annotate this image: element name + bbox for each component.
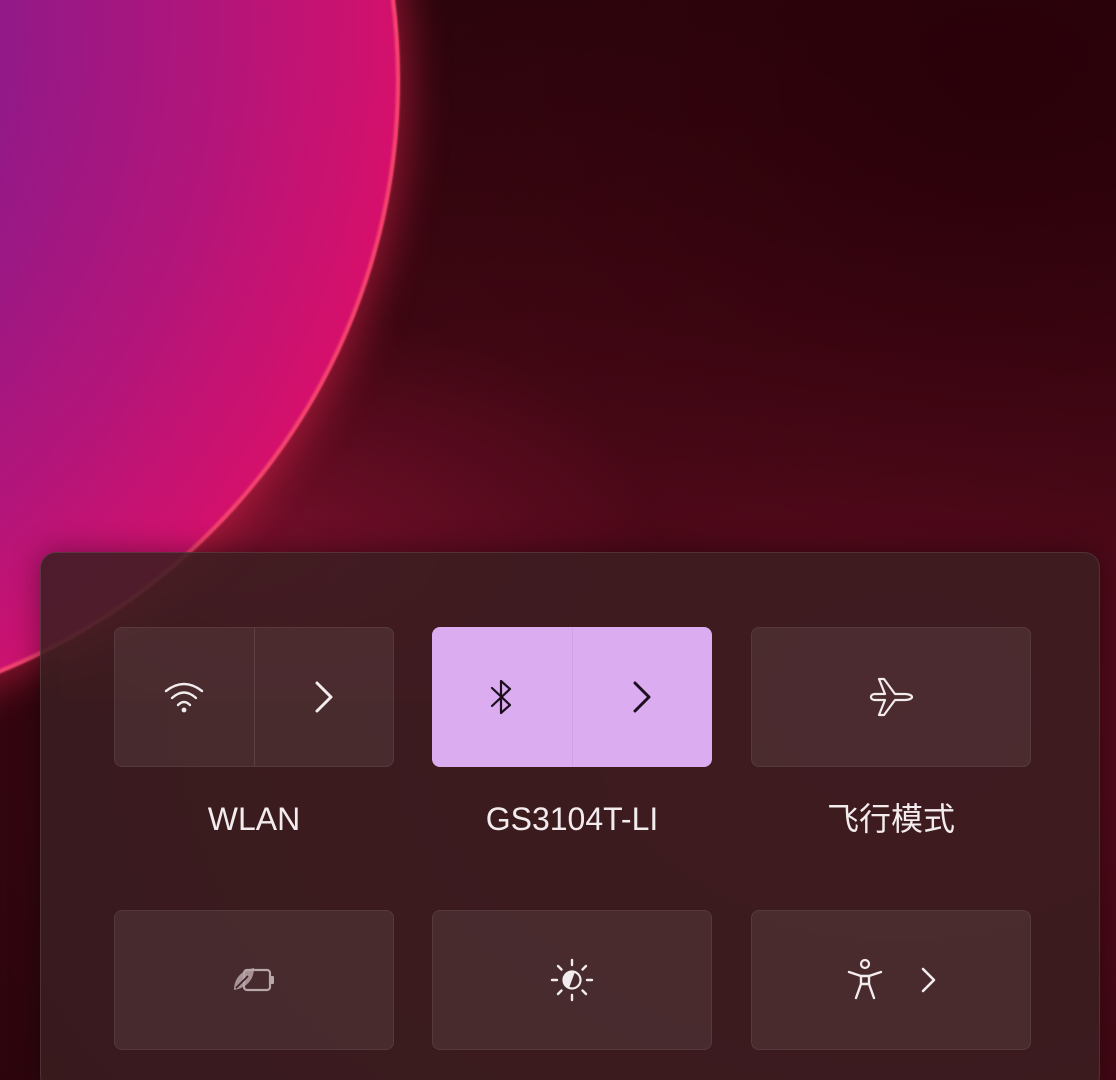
bluetooth-expand-button[interactable] bbox=[573, 628, 712, 766]
wlan-toggle-button[interactable] bbox=[115, 628, 254, 766]
bluetooth-toggle-button[interactable] bbox=[433, 628, 572, 766]
quick-settings-panel: WLAN GS3104T-LI 飞行模式 bbox=[40, 552, 1100, 1080]
airplane-mode-label: 飞行模式 bbox=[826, 801, 955, 837]
accessibility-button[interactable] bbox=[751, 910, 1031, 1050]
accessibility-icon bbox=[845, 958, 885, 1002]
airplane-icon bbox=[867, 673, 915, 721]
chevron-right-icon[interactable] bbox=[919, 966, 937, 994]
bluetooth-icon bbox=[488, 677, 516, 717]
bluetooth-tile bbox=[432, 627, 712, 767]
wifi-icon bbox=[162, 679, 206, 715]
brightness-button[interactable] bbox=[432, 910, 712, 1050]
energy-saver-button[interactable] bbox=[114, 910, 394, 1050]
bluetooth-label: GS3104T-LI bbox=[485, 801, 659, 837]
wlan-label: WLAN bbox=[207, 801, 301, 837]
chevron-right-icon bbox=[312, 680, 336, 714]
brightness-icon bbox=[548, 956, 596, 1004]
energy-saver-icon bbox=[230, 960, 278, 1000]
chevron-right-icon bbox=[630, 680, 654, 714]
desktop-wallpaper: WLAN GS3104T-LI 飞行模式 bbox=[0, 0, 1116, 1080]
wlan-tile bbox=[114, 627, 394, 767]
wlan-expand-button[interactable] bbox=[255, 628, 394, 766]
airplane-mode-button[interactable] bbox=[751, 627, 1031, 767]
